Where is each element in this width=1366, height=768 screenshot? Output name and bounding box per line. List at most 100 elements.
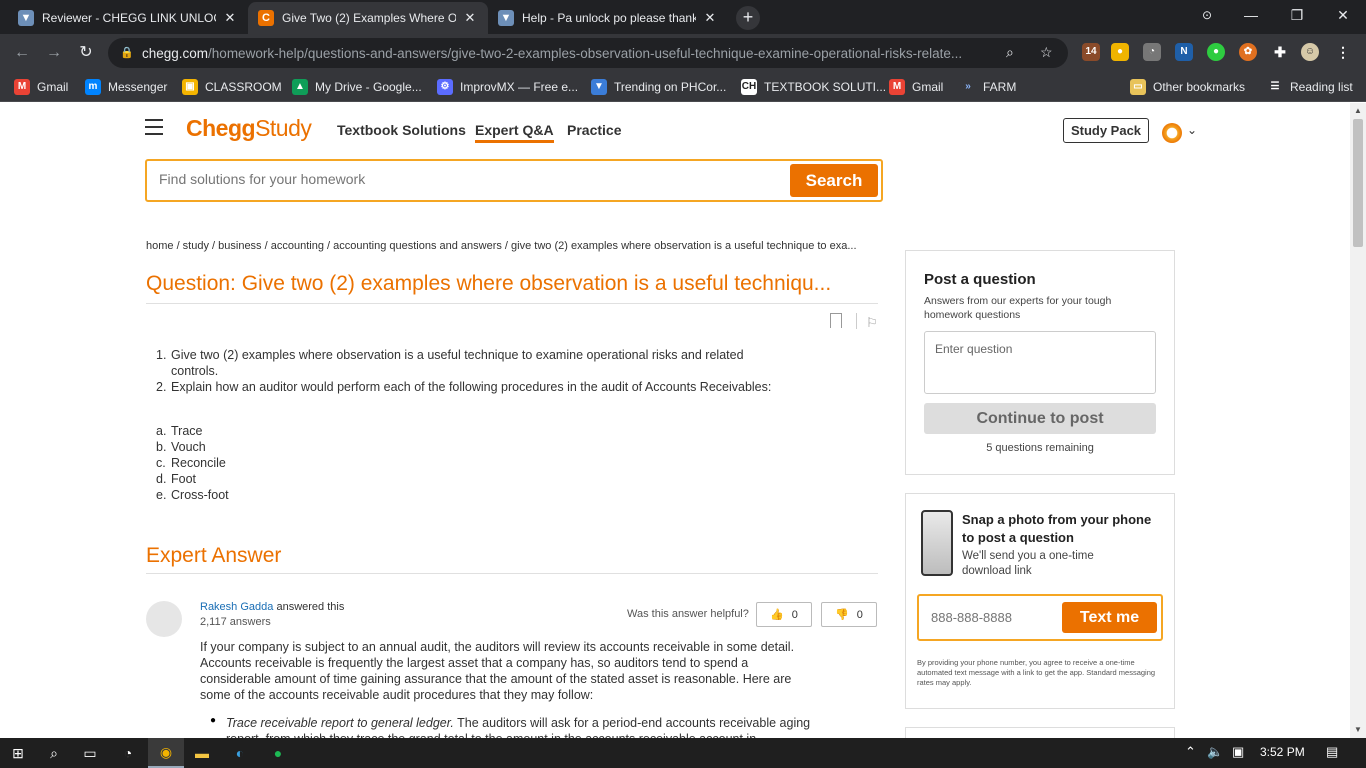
chegg-study-logo[interactable]: CheggStudy <box>186 115 312 142</box>
flag-icon[interactable]: ⚐ <box>866 315 878 331</box>
thumbs-down-icon: 👎 <box>835 609 849 621</box>
text-me-button[interactable]: Text me <box>1062 602 1157 633</box>
search-icon[interactable]: ⌕ <box>36 738 72 768</box>
bookmark-drive[interactable]: ▲ My Drive - Google... <box>292 78 422 96</box>
tab-close-icon[interactable]: ✕ <box>702 10 718 26</box>
extension-orange-icon[interactable]: ✿ <box>1239 43 1257 61</box>
folder-icon: ▭ <box>1130 79 1146 95</box>
classroom-icon: ▣ <box>182 79 198 95</box>
divider <box>146 573 878 574</box>
tab-close-icon[interactable]: ✕ <box>222 10 238 26</box>
file-explorer-icon[interactable]: ▬ <box>184 738 220 768</box>
chevron-down-icon[interactable]: ⌄ <box>1187 123 1197 137</box>
continue-to-post-button[interactable]: Continue to post <box>924 403 1156 434</box>
nav-expert-qa[interactable]: Expert Q&A <box>475 122 554 143</box>
user-avatar-icon[interactable] <box>1162 123 1182 143</box>
bookmark-gmail-2[interactable]: M Gmail <box>889 78 943 96</box>
thumbs-up-button[interactable]: 👍 0 <box>756 602 812 627</box>
extension-gauge-icon[interactable]: ◔ <box>1143 43 1161 61</box>
page-scrollbar[interactable]: ▲ ▼ <box>1350 103 1366 738</box>
browser-window: ▼ Reviewer - CHEGG LINK UNLOCK ✕ C Give … <box>0 0 1366 738</box>
bookmark-classroom[interactable]: ▣ CLASSROOM <box>182 78 282 96</box>
breadcrumb[interactable]: home / study / business / accounting / a… <box>146 240 871 252</box>
study-pack-button[interactable]: Study Pack <box>1063 118 1149 143</box>
tab-title: Give Two (2) Examples Where Ob <box>282 11 456 25</box>
url-text[interactable]: chegg.com/homework-help/questions-and-an… <box>142 46 1002 61</box>
extensions-puzzle-icon[interactable]: ✚ <box>1271 43 1289 61</box>
extension-honey-icon[interactable]: ● <box>1111 43 1129 61</box>
question-item: 1. Give two (2) examples where observatio… <box>156 348 744 378</box>
scroll-up-icon[interactable]: ▲ <box>1354 106 1362 115</box>
list-item: a. Trace <box>156 424 203 438</box>
phone-illustration <box>921 510 953 576</box>
bookmark-farm[interactable]: » FARM <box>960 78 1016 96</box>
bookmark-messenger[interactable]: m Messenger <box>85 78 167 96</box>
close-window-button[interactable]: ✕ <box>1320 0 1366 32</box>
reading-list[interactable]: ☰ Reading list <box>1267 78 1353 96</box>
bookmark-icon[interactable] <box>830 313 842 328</box>
edge-icon[interactable]: ◐ <box>222 738 258 768</box>
maximize-button[interactable]: ❐ <box>1274 0 1320 32</box>
zoom-icon[interactable]: ⌕ <box>1006 44 1014 61</box>
browser-toolbar: ← → ↻ 🔒 chegg.com/homework-help/question… <box>0 34 1366 72</box>
minimize-button[interactable]: — <box>1228 0 1274 32</box>
tab-help[interactable]: ▼ Help - Pa unlock po please thank ✕ <box>488 2 728 34</box>
list-item: c. Reconcile <box>156 456 226 470</box>
nav-practice[interactable]: Practice <box>567 122 621 138</box>
hamburger-menu-icon[interactable] <box>145 119 163 135</box>
notification-icon[interactable]: ▤ <box>1326 744 1338 760</box>
expert-name-line: Rakesh Gadda answered this <box>200 601 345 613</box>
bookmark-phcorner[interactable]: ▼ Trending on PHCor... <box>591 78 726 96</box>
phcorner-favicon-icon: ▼ <box>18 10 34 26</box>
bookmark-textbook[interactable]: CH TEXTBOOK SOLUTI... <box>741 78 886 96</box>
windows-taskbar: ⊞ ⌕ ▭ ◔ ◉ ▬ ◐ ● ⌃ 🔈 ▣ 3:52 PM ▤ <box>0 738 1366 768</box>
bullet-icon: ● <box>210 715 217 726</box>
helpful-label: Was this answer helpful? <box>627 608 749 620</box>
nav-textbook-solutions[interactable]: Textbook Solutions <box>337 122 466 138</box>
extension-n-icon[interactable]: N <box>1175 43 1193 61</box>
question-input[interactable]: Enter question <box>924 331 1156 394</box>
gmail-icon: M <box>14 79 30 95</box>
menu-kebab-icon[interactable]: ⋮ <box>1334 43 1352 61</box>
sms-disclaimer: By providing your phone number, you agre… <box>917 658 1156 687</box>
app-clock-icon[interactable]: ◔ <box>110 738 146 768</box>
chrome-icon[interactable]: ◉ <box>148 738 184 768</box>
extension-badge-icon[interactable]: 14 <box>1082 43 1100 61</box>
scroll-down-icon[interactable]: ▼ <box>1354 725 1362 734</box>
tab-close-icon[interactable]: ✕ <box>462 10 478 26</box>
phcorner-favicon-icon: ▼ <box>498 10 514 26</box>
taskbar-clock[interactable]: 3:52 PM <box>1260 745 1305 759</box>
volume-icon[interactable]: 🔈 <box>1207 744 1223 760</box>
tray-chevron-up-icon[interactable]: ⌃ <box>1185 744 1196 760</box>
network-icon[interactable]: ▣ <box>1232 744 1244 760</box>
task-view-icon[interactable]: ▭ <box>72 738 108 768</box>
search-input[interactable] <box>159 171 759 187</box>
reading-list-icon: ☰ <box>1270 81 1280 92</box>
star-icon[interactable]: ☆ <box>1040 44 1053 61</box>
profile-avatar-icon[interactable]: ☺ <box>1301 43 1319 61</box>
lock-icon: 🔒 <box>120 47 134 59</box>
bookmark-improvmx[interactable]: ⚙ ImprovMX — Free e... <box>437 78 578 96</box>
post-question-title: Post a question <box>924 271 1036 288</box>
new-tab-button[interactable]: + <box>736 6 760 30</box>
bookmark-gmail[interactable]: M Gmail <box>14 78 68 96</box>
reload-icon[interactable]: ↻ <box>75 42 97 64</box>
search-button[interactable]: Search <box>790 164 878 197</box>
scrollbar-thumb[interactable] <box>1353 119 1363 247</box>
page-content: CheggStudy Textbook Solutions Expert Q&A… <box>0 103 1350 738</box>
back-icon[interactable]: ← <box>11 42 33 64</box>
expert-name-link[interactable]: Rakesh Gadda <box>200 601 273 613</box>
tab-title: Reviewer - CHEGG LINK UNLOCK <box>42 11 216 25</box>
snap-title: Snap a photo from your phone to post a q… <box>962 512 1152 545</box>
windows-start-icon[interactable]: ⊞ <box>0 738 36 768</box>
other-bookmarks[interactable]: ▭ Other bookmarks <box>1130 78 1245 96</box>
phone-input[interactable] <box>931 610 1051 625</box>
spotify-icon[interactable]: ● <box>260 738 296 768</box>
address-bar[interactable]: 🔒 chegg.com/homework-help/questions-and-… <box>108 38 1068 68</box>
tab-search-icon[interactable]: ⊙ <box>1184 0 1230 32</box>
forward-icon[interactable]: → <box>43 42 65 64</box>
tab-chegg[interactable]: C Give Two (2) Examples Where Ob ✕ <box>248 2 488 34</box>
thumbs-down-button[interactable]: 👎 0 <box>821 602 877 627</box>
tab-reviewer[interactable]: ▼ Reviewer - CHEGG LINK UNLOCK ✕ <box>8 2 248 34</box>
extension-green-icon[interactable]: ● <box>1207 43 1225 61</box>
